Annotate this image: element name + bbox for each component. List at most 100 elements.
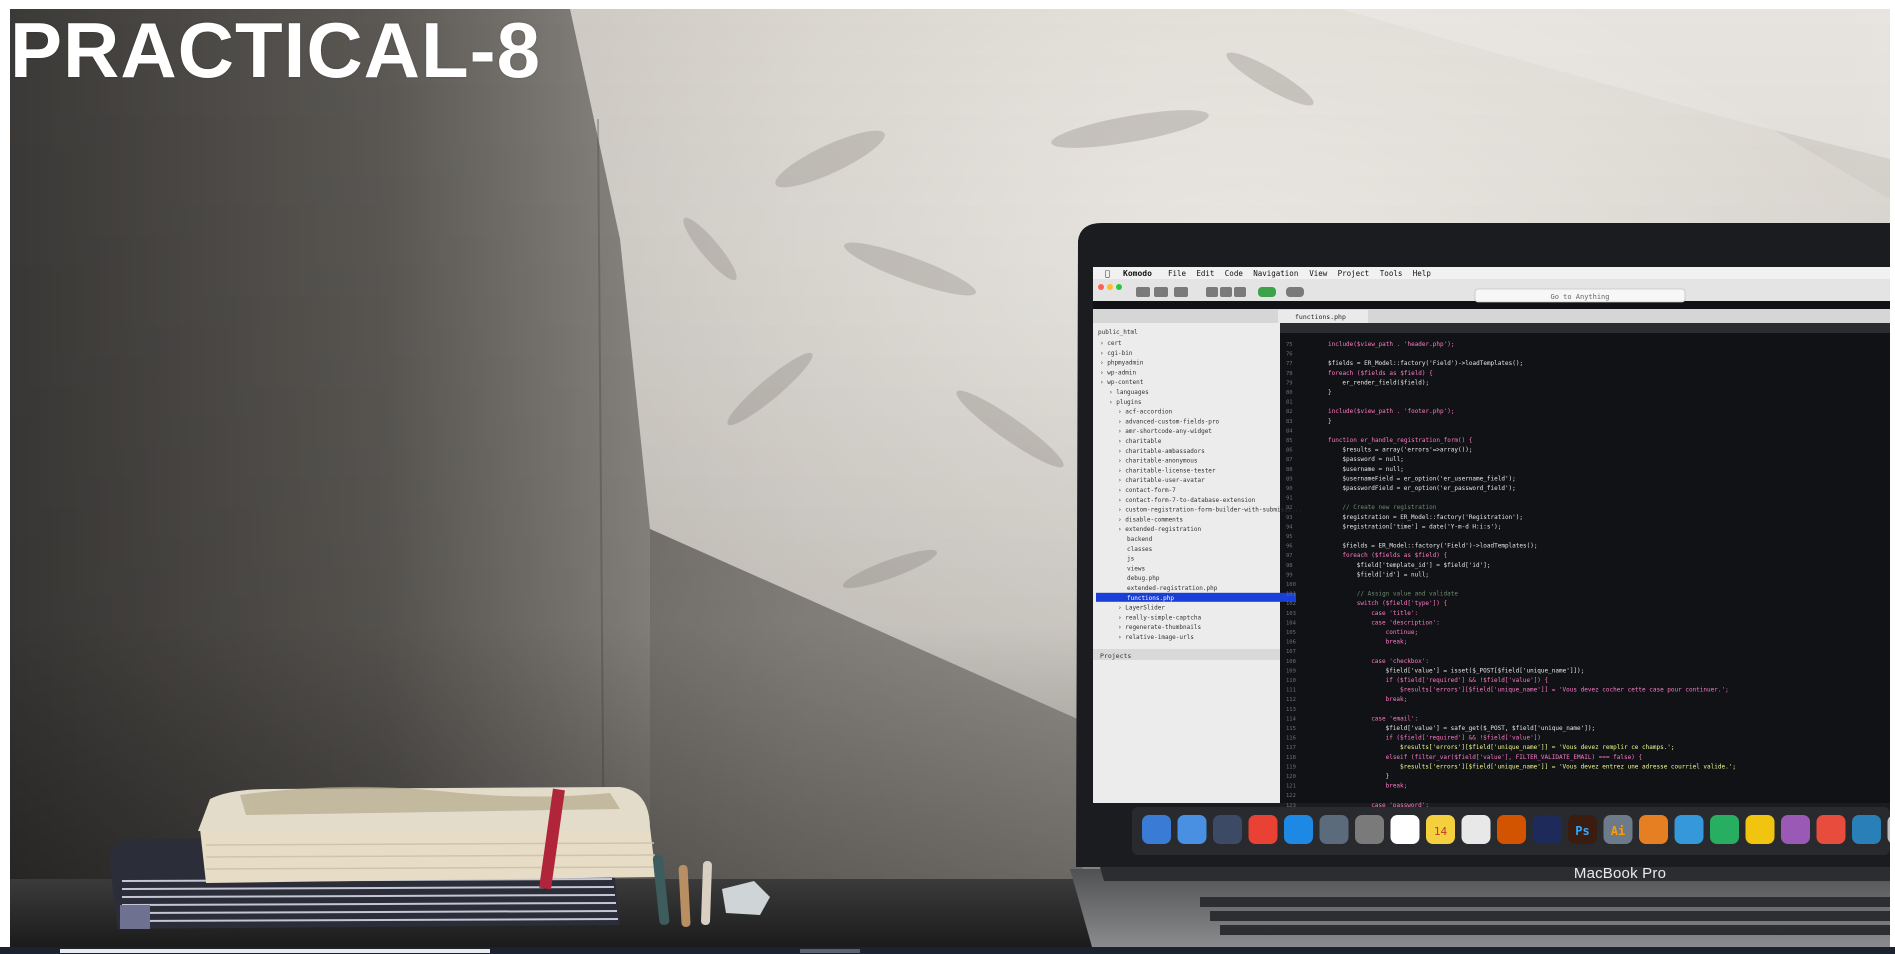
sidebar-item[interactable]: › advanced-custom-fields-pro <box>1118 418 1220 425</box>
code-line[interactable]: break; <box>1386 639 1408 646</box>
sidebar-item[interactable]: classes <box>1127 546 1153 553</box>
dock-app-icon[interactable] <box>1497 815 1526 844</box>
dock-app-icon[interactable] <box>1142 815 1171 844</box>
sidebar-item[interactable]: › LayerSlider <box>1118 605 1165 612</box>
sidebar-item[interactable]: › contact-form-7-to-database-extension <box>1118 497 1256 504</box>
code-line-number: 110 <box>1286 678 1296 684</box>
code-line[interactable]: $fields = ER_Model::factory('Field')->lo… <box>1328 360 1523 367</box>
sidebar-item[interactable]: › cert <box>1100 340 1122 347</box>
code-line-number: 101 <box>1286 592 1296 598</box>
sidebar-item[interactable]: views <box>1127 565 1145 572</box>
dock-app-icon[interactable] <box>1639 815 1668 844</box>
code-line[interactable]: $results['errors'][$field['unique_name']… <box>1400 687 1729 694</box>
code-line-number: 85 <box>1286 438 1293 444</box>
sidebar-item[interactable]: › cgi-bin <box>1100 350 1133 357</box>
code-line-number: 76 <box>1286 352 1293 358</box>
code-line[interactable]: continue; <box>1386 629 1419 636</box>
code-line[interactable]: $results = array('errors'=>array()); <box>1342 447 1472 454</box>
dock-app-icon[interactable] <box>1177 815 1207 844</box>
dock-app-icon[interactable] <box>1745 815 1775 844</box>
sidebar-item[interactable]: js <box>1127 556 1135 563</box>
sidebar-item[interactable]: extended-registration.php <box>1127 585 1218 592</box>
sidebar-item[interactable]: › extended-registration <box>1118 526 1201 533</box>
code-line[interactable]: include($view_path . 'footer.php'); <box>1328 408 1454 415</box>
code-line[interactable]: case 'checkbox': <box>1371 658 1429 665</box>
sidebar-item[interactable]: › wp-content <box>1100 379 1144 386</box>
sidebar-item[interactable]: › disable-comments <box>1118 516 1183 523</box>
dock-app-icon[interactable] <box>1355 815 1384 844</box>
code-line[interactable]: case 'email': <box>1371 715 1418 722</box>
code-line[interactable]: $field['value'] = isset($_POST[$field['u… <box>1386 667 1585 674</box>
sidebar-item[interactable]: › charitable-license-tester <box>1118 467 1216 474</box>
code-line[interactable]: } <box>1328 389 1332 396</box>
dock-app-icon[interactable] <box>1781 815 1810 844</box>
code-line[interactable]: } <box>1386 773 1390 780</box>
sidebar-item[interactable]: › wp-admin <box>1100 369 1137 376</box>
sidebar-item[interactable]: › languages <box>1109 389 1149 396</box>
sidebar-item[interactable]: › charitable-ambassadors <box>1118 448 1205 455</box>
code-line[interactable]: $usernameField = er_option('er_username_… <box>1342 475 1515 482</box>
code-line-number: 104 <box>1286 620 1297 626</box>
code-line[interactable]: $field['id'] = null; <box>1357 571 1429 578</box>
code-line[interactable]: foreach ($fields as $field) { <box>1342 552 1447 559</box>
sidebar-item[interactable]: › contact-form-7 <box>1118 487 1176 494</box>
sidebar-item[interactable]: › custom-registration-form-builder-with-… <box>1118 507 1302 514</box>
code-line[interactable]: // Create new registration <box>1342 504 1436 511</box>
code-line[interactable]: $field['value'] = safe_get($_POST, $fiel… <box>1386 725 1596 732</box>
sidebar-item[interactable]: › relative-image-urls <box>1118 634 1194 641</box>
dock-app-icon[interactable] <box>1213 815 1242 844</box>
sidebar-item[interactable]: › amr-shortcode-any-widget <box>1118 428 1212 435</box>
code-line[interactable]: case 'description': <box>1371 619 1440 626</box>
sidebar-item[interactable]: › really-simple-captcha <box>1118 614 1201 621</box>
menubar-app-name: Komodo <box>1123 269 1152 278</box>
sidebar-item[interactable]: › phpmyadmin <box>1100 360 1144 367</box>
sidebar-item[interactable]: › acf-accordion <box>1118 409 1173 416</box>
code-line-number: 98 <box>1286 563 1293 569</box>
sidebar-item[interactable]: › charitable <box>1118 438 1162 445</box>
code-line[interactable]: } <box>1328 418 1332 425</box>
code-line[interactable]: $results['errors'][$field['unique_name']… <box>1400 763 1736 770</box>
window-close-button <box>1098 284 1104 290</box>
sidebar-item[interactable]: functions.php <box>1127 595 1174 602</box>
code-line[interactable]: if ($field['required'] && !$field['value… <box>1386 677 1549 684</box>
sidebar-item[interactable]: › charitable-anonymous <box>1118 458 1198 465</box>
dock-app-icon[interactable] <box>1319 815 1349 844</box>
code-line[interactable]: $results['errors'][$field['unique_name']… <box>1400 744 1675 751</box>
code-line[interactable]: $passwordField = er_option('er_password_… <box>1342 485 1515 492</box>
dock-app-icon[interactable] <box>1461 815 1491 844</box>
code-line[interactable]: $registration = ER_Model::factory('Regis… <box>1342 514 1523 521</box>
sidebar-item[interactable]: › charitable-user-avatar <box>1118 477 1205 484</box>
code-line[interactable]: foreach ($fields as $field) { <box>1328 370 1433 377</box>
code-line[interactable]: case 'title': <box>1371 610 1418 617</box>
dock-app-icon[interactable] <box>1674 815 1704 844</box>
sidebar-item[interactable]: › plugins <box>1109 399 1142 406</box>
code-line-number: 95 <box>1286 534 1293 540</box>
code-line-number: 88 <box>1286 467 1293 473</box>
dock-app-icon[interactable] <box>1816 815 1846 844</box>
dock-app-icon[interactable] <box>1532 815 1562 844</box>
code-line[interactable]: function er_handle_registration_form() { <box>1328 437 1473 444</box>
code-line[interactable]: er_render_field($field); <box>1342 379 1429 386</box>
code-line[interactable]: $registration['time'] = date('Y-m-d H:i:… <box>1342 523 1501 530</box>
sidebar-item[interactable]: › regenerate-thumbnails <box>1118 624 1201 631</box>
code-line[interactable]: break; <box>1386 783 1408 790</box>
code-line[interactable]: // Assign value and validate <box>1357 591 1459 598</box>
dock-app-icon[interactable] <box>1248 815 1278 844</box>
code-line[interactable]: if ($field['required'] && !$field['value… <box>1386 735 1541 742</box>
projects-label: Projects <box>1100 652 1131 660</box>
dock-app-icon[interactable] <box>1710 815 1739 844</box>
sidebar-item[interactable]: debug.php <box>1127 575 1160 582</box>
code-line[interactable]: switch ($field['type']) { <box>1357 600 1447 607</box>
code-line[interactable]: include($view_path . 'header.php'); <box>1328 341 1454 348</box>
sidebar-item[interactable]: backend <box>1127 536 1153 543</box>
dock-app-icon[interactable] <box>1284 815 1313 844</box>
code-line[interactable]: $fields = ER_Model::factory('Field')->lo… <box>1342 543 1537 550</box>
code-line[interactable]: $password = null; <box>1342 456 1403 463</box>
dock-app-icon[interactable] <box>1852 815 1881 844</box>
code-line[interactable]: $username = null; <box>1342 466 1403 473</box>
code-line[interactable]: break; <box>1386 696 1408 703</box>
dock-app-icon[interactable] <box>1390 815 1420 844</box>
code-line[interactable]: elseif (filter_var($field['value'], FILT… <box>1386 754 1642 761</box>
code-line-number: 105 <box>1286 630 1296 636</box>
code-line[interactable]: $field['template_id'] = $field['id']; <box>1357 562 1491 569</box>
